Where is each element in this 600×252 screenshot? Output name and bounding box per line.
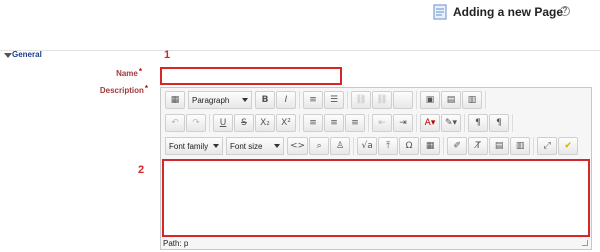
page-icon [433,4,447,20]
section-title-general[interactable]: General [12,50,42,59]
special-character-icon[interactable]: Ω [399,137,420,155]
outdent-icon[interactable]: ⇤ [372,114,392,132]
fullscreen-icon[interactable]: ⤢ [537,137,558,155]
upload-icon[interactable]: ⤒ [378,137,399,155]
undo-icon[interactable]: ↶ [165,114,185,132]
color-group: A▾ ✎▾ [420,114,465,132]
subscript-button[interactable]: X₂ [255,114,275,132]
chevron-down-icon [213,144,219,148]
tools-group: <> ⌕ ♙ [287,137,355,155]
text-style-group: B I [255,91,300,109]
paragraph-select-label: Paragraph [192,95,230,105]
anchor-icon[interactable] [393,91,413,109]
annotation-number-1: 1 [164,49,171,61]
name-label-text: Name [116,69,138,78]
italic-button[interactable]: I [276,91,296,109]
required-mark: * [138,67,142,76]
align-center-icon[interactable]: ≡ [324,114,344,132]
divider [0,50,600,51]
cleanup-group: ✐ T̸ ▤ ▥ [447,137,535,155]
text-color-icon[interactable]: A▾ [420,114,440,132]
editor-content-area[interactable] [162,159,590,237]
format-group: U S X₂ X² [213,114,300,132]
image-icon[interactable]: ▣ [420,91,440,109]
required-mark: * [144,84,148,93]
clear-formatting-icon[interactable]: T̸ [468,137,489,155]
chevron-down-icon [242,98,248,102]
name-input[interactable] [160,67,342,85]
paste-icon[interactable]: ▥ [462,91,482,109]
description-label: Description* [88,84,148,95]
toolbar-toggle-icon[interactable]: ▦ [165,91,185,109]
equation-icon[interactable]: √a [357,137,378,155]
paste-text-icon[interactable]: ▤ [489,137,510,155]
toolbar-row-2: ↶ ↷ U S X₂ X² ≡ ≡ ≡ ⇤ ⇥ A▾ ✎▾ ¶ ¶ [165,113,513,133]
align-right-icon[interactable]: ≡ [345,114,365,132]
align-left-icon[interactable]: ≡ [303,114,323,132]
media-group: ▣ ▤ ▥ [420,91,486,109]
rtl-icon[interactable]: ¶ [489,114,509,132]
font-size-select[interactable]: Font size [226,137,284,155]
indent-icon[interactable]: ⇥ [393,114,413,132]
history-group: ↶ ↷ [165,114,210,132]
highlight-color-icon[interactable]: ✎▾ [441,114,461,132]
indent-group: ⇤ ⇥ [372,114,417,132]
bullet-list-icon[interactable]: ≡ [303,91,323,109]
strikethrough-button[interactable]: S [234,114,254,132]
description-label-text: Description [99,86,144,95]
font-family-select-label: Font family [169,141,209,151]
style-icon[interactable]: ♙ [330,137,351,155]
redo-icon[interactable]: ↷ [186,114,206,132]
name-label: Name* [82,67,142,78]
unlink-icon[interactable]: ⛓ [372,91,392,109]
table-icon[interactable]: ▦ [420,137,441,155]
paragraph-select[interactable]: Paragraph [188,91,252,109]
superscript-button[interactable]: X² [276,114,296,132]
spellcheck-icon[interactable]: ✔ [558,137,579,155]
chevron-down-icon [274,144,280,148]
resize-handle-icon[interactable] [582,240,588,246]
search-replace-icon[interactable]: ⌕ [309,137,330,155]
annotation-number-2: 2 [138,164,145,176]
cleanup-icon[interactable]: ✐ [447,137,468,155]
font-size-select-label: Font size [230,141,263,151]
page-title: Adding a new Page [453,5,564,19]
list-group: ≡ ☰ [303,91,348,109]
direction-group: ¶ ¶ [468,114,513,132]
font-family-select[interactable]: Font family [165,137,223,155]
rich-text-editor: ▦ Paragraph B I ≡ ☰ ⛓ ⛓ ▣ ▤ ▥ ↶ ↷ U S X₂… [160,87,592,250]
toolbar-row-1: ▦ Paragraph B I ≡ ☰ ⛓ ⛓ ▣ ▤ ▥ [165,90,486,110]
link-icon[interactable]: ⛓ [351,91,371,109]
underline-button[interactable]: U [213,114,233,132]
editor-path: Path: p [163,239,189,248]
insert-group: √a ⤒ Ω ▦ [357,137,445,155]
help-icon[interactable]: ? [560,6,570,16]
ltr-icon[interactable]: ¶ [468,114,488,132]
toolbar-row-3: Font family Font size <> ⌕ ♙ √a ⤒ Ω ▦ ✐ … [165,136,581,156]
view-group: ⤢ ✔ [537,137,581,155]
code-icon[interactable]: <> [287,137,309,155]
media-icon[interactable]: ▤ [441,91,461,109]
align-group: ≡ ≡ ≡ [303,114,369,132]
paste-word-icon[interactable]: ▥ [510,137,531,155]
collapse-toggle-icon[interactable] [4,53,12,58]
numbered-list-icon[interactable]: ☰ [324,91,344,109]
link-group: ⛓ ⛓ [351,91,417,109]
bold-button[interactable]: B [255,91,275,109]
